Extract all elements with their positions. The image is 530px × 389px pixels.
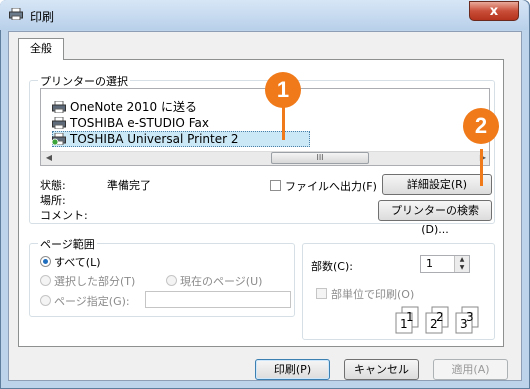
tab-general[interactable]: 全般	[18, 38, 64, 60]
collate-page-number: 3	[466, 310, 474, 324]
default-printer-icon	[52, 133, 66, 145]
status-label: 状態:	[40, 179, 66, 192]
spin-buttons-icon[interactable]: ▲ ▼	[454, 256, 469, 272]
apply-button[interactable]: 適用(A)	[433, 359, 508, 380]
location-label: 場所:	[40, 194, 66, 207]
scroll-left-icon[interactable]: ◀	[44, 152, 54, 164]
collate-label[interactable]: 部単位で印刷(O)	[331, 286, 414, 302]
printer-icon	[52, 101, 66, 113]
printer-item-universal[interactable]: TOSHIBA Universal Printer 2	[70, 131, 238, 147]
preferences-button[interactable]: 詳細設定(R)	[382, 174, 492, 195]
copies-value: 1	[426, 257, 433, 270]
page-specify-label[interactable]: ページ指定(G):	[54, 293, 130, 309]
radio-current-page[interactable]	[166, 275, 177, 286]
callout-1-pointer	[282, 104, 285, 140]
printer-item-fax[interactable]: TOSHIBA e-STUDIO Fax	[70, 115, 209, 131]
collate-page-number: 1	[406, 310, 414, 324]
page-specify-input[interactable]	[145, 291, 291, 308]
collate-checkbox[interactable]	[316, 288, 327, 299]
printer-list-hscrollbar[interactable]	[41, 151, 489, 165]
printer-icon	[52, 117, 66, 129]
title-bar[interactable]	[0, 0, 528, 30]
print-to-file-checkbox[interactable]	[270, 180, 281, 191]
find-printer-button[interactable]: プリンターの検索(D)...	[378, 200, 492, 236]
comment-label: コメント:	[40, 209, 88, 222]
printer-icon	[9, 8, 23, 20]
copies-label: 部数(C):	[311, 260, 353, 273]
printer-select-label: プリンターの選択	[38, 73, 130, 89]
close-button[interactable]: x	[469, 1, 519, 21]
callout-2-badge: 2	[463, 108, 499, 144]
callout-2-pointer	[480, 149, 483, 186]
selection-label[interactable]: 選択した部分(T)	[54, 273, 135, 289]
all-pages-label[interactable]: すべて(L)	[54, 254, 101, 270]
status-value: 準備完了	[107, 179, 151, 192]
page-range-label: ページ範囲	[38, 236, 97, 252]
print-to-file-label[interactable]: ファイルへ出力(F)	[285, 178, 377, 194]
radio-all-pages[interactable]	[40, 256, 51, 267]
collate-page-number: 2	[436, 310, 444, 324]
cancel-button[interactable]: キャンセル	[344, 359, 419, 380]
print-button[interactable]: 印刷(P)	[255, 359, 330, 380]
radio-selection[interactable]	[40, 275, 51, 286]
copies-spinner[interactable]: 1 ▲ ▼	[420, 255, 470, 273]
scroll-thumb[interactable]: III	[271, 152, 369, 164]
collate-pages-icon: 1 1 2 2 3 3	[395, 306, 479, 334]
callout-1-badge: 1	[265, 72, 301, 108]
window-title: 印刷	[30, 10, 55, 24]
current-page-label[interactable]: 現在のページ(U)	[180, 273, 262, 289]
radio-page-specify[interactable]	[40, 295, 51, 306]
printer-item-onenote[interactable]: OneNote 2010 に送る	[70, 99, 197, 115]
